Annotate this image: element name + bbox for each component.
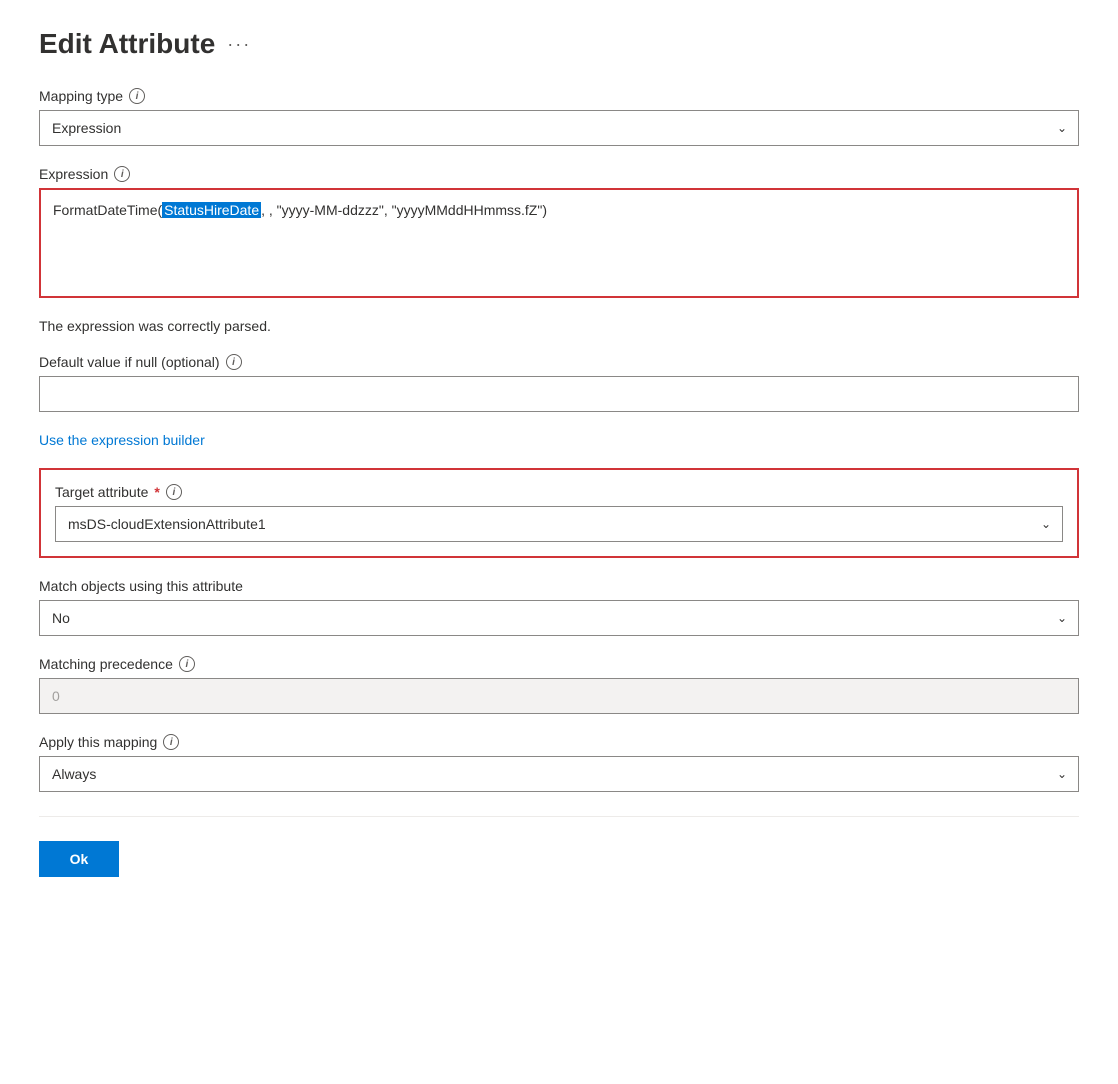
match-objects-select[interactable]: No Yes (39, 600, 1079, 636)
matching-precedence-input (39, 678, 1079, 714)
expression-info-icon[interactable]: i (114, 166, 130, 182)
page-title: Edit Attribute (39, 28, 215, 60)
apply-mapping-label: Apply this mapping i (39, 734, 1079, 750)
expression-label: Expression i (39, 166, 1079, 182)
target-attribute-select[interactable]: msDS-cloudExtensionAttribute1 (55, 506, 1063, 542)
apply-mapping-group: Apply this mapping i Always Only during … (39, 734, 1079, 792)
default-value-input[interactable] (39, 376, 1079, 412)
panel-header: Edit Attribute ··· (39, 28, 1079, 60)
mapping-type-select-wrapper: Expression Direct Constant ⌄ (39, 110, 1079, 146)
matching-precedence-group: Matching precedence i (39, 656, 1079, 714)
default-value-info-icon[interactable]: i (226, 354, 242, 370)
apply-mapping-select-wrapper: Always Only during object creation Only … (39, 756, 1079, 792)
expression-suffix: , , "yyyy-MM-ddzzz", "yyyyMMddHHmmss.fZ"… (261, 202, 547, 218)
target-attribute-select-wrapper: msDS-cloudExtensionAttribute1 ⌄ (55, 506, 1063, 542)
target-attribute-required: * (154, 484, 159, 500)
apply-mapping-select[interactable]: Always Only during object creation Only … (39, 756, 1079, 792)
footer-divider (39, 816, 1079, 817)
target-attribute-label: Target attribute * i (55, 484, 1063, 500)
default-value-label: Default value if null (optional) i (39, 354, 1079, 370)
mapping-type-label: Mapping type i (39, 88, 1079, 104)
target-attribute-group: Target attribute * i msDS-cloudExtension… (39, 468, 1079, 558)
ok-button[interactable]: Ok (39, 841, 119, 877)
apply-mapping-info-icon[interactable]: i (163, 734, 179, 750)
matching-precedence-label: Matching precedence i (39, 656, 1079, 672)
expression-group: Expression i FormatDateTime(StatusHireDa… (39, 166, 1079, 298)
mapping-type-select[interactable]: Expression Direct Constant (39, 110, 1079, 146)
target-attribute-info-icon[interactable]: i (166, 484, 182, 500)
match-objects-group: Match objects using this attribute No Ye… (39, 578, 1079, 636)
matching-precedence-info-icon[interactable]: i (179, 656, 195, 672)
default-value-group: Default value if null (optional) i (39, 354, 1079, 412)
expression-prefix: FormatDateTime( (53, 202, 162, 218)
mapping-type-group: Mapping type i Expression Direct Constan… (39, 88, 1079, 146)
expression-textarea[interactable]: FormatDateTime(StatusHireDate, , "yyyy-M… (39, 188, 1079, 298)
edit-attribute-panel: Edit Attribute ··· Mapping type i Expres… (19, 0, 1099, 905)
target-attribute-form-group: Target attribute * i msDS-cloudExtension… (55, 484, 1063, 542)
mapping-type-info-icon[interactable]: i (129, 88, 145, 104)
panel-menu-icon[interactable]: ··· (227, 34, 251, 55)
parsed-message: The expression was correctly parsed. (39, 318, 1079, 334)
match-objects-label: Match objects using this attribute (39, 578, 1079, 594)
match-objects-select-wrapper: No Yes ⌄ (39, 600, 1079, 636)
expression-highlighted: StatusHireDate (162, 202, 261, 218)
expression-builder-link[interactable]: Use the expression builder (39, 432, 205, 448)
